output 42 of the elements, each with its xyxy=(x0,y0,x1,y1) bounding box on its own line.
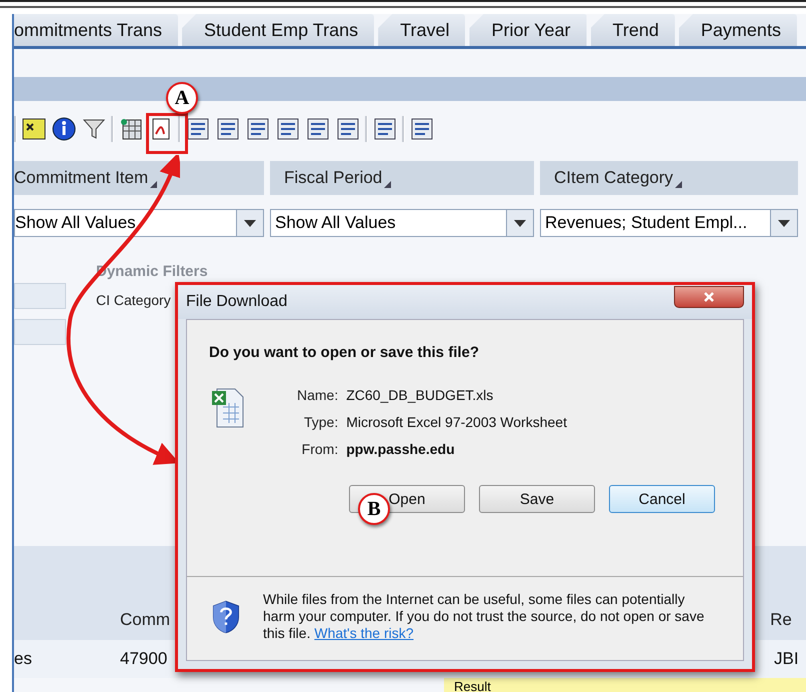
list-icon[interactable] xyxy=(185,116,211,142)
result-cell: Result xyxy=(444,678,806,692)
input-field[interactable] xyxy=(14,283,66,309)
tab[interactable]: Prior Year xyxy=(469,14,587,46)
tab[interactable]: Trend xyxy=(590,14,675,46)
caret-icon xyxy=(778,220,790,226)
info-icon[interactable] xyxy=(51,116,77,142)
close-button[interactable] xyxy=(674,286,744,308)
field-value: Microsoft Excel 97-2003 Worksheet xyxy=(346,414,567,430)
table-cell-text: 47900 xyxy=(120,649,168,669)
filter-dropdown[interactable]: Show All Values xyxy=(270,209,534,237)
field-value: ppw.passhe.edu xyxy=(346,441,456,457)
close-icon xyxy=(704,292,714,302)
field-label: Type: xyxy=(302,414,338,430)
field-value: ZC60_DB_BUDGET.xls xyxy=(346,387,494,403)
column-header: Re xyxy=(770,610,792,630)
field-label: Name: xyxy=(297,387,338,403)
dialog-question: Do you want to open or save this file? xyxy=(208,343,480,361)
warning-text: While files from the Internet can be useful, some files can potentially harm your computer. If you do not trust the source, do not open or save this file. What's the risk? xyxy=(263,591,706,642)
risk-link[interactable]: What's the risk? xyxy=(314,625,414,641)
dialog-button[interactable]: Save xyxy=(479,485,595,513)
dialog-title: File Download xyxy=(186,293,288,311)
column-header: Fiscal Period xyxy=(270,161,534,195)
tab[interactable]: Travel xyxy=(378,14,466,46)
tab[interactable]: Student Emp Trans xyxy=(182,14,374,46)
tab[interactable]: Payments xyxy=(678,14,797,46)
caret-icon xyxy=(514,220,526,226)
column-header: CItem Category xyxy=(540,161,798,195)
input-field[interactable] xyxy=(14,319,66,345)
filter-dropdown[interactable]: Show All Values xyxy=(14,209,264,237)
table-cell-text: JBI xyxy=(774,649,800,669)
dialog-button[interactable]: Cancel xyxy=(609,485,715,513)
table-cell-text: es xyxy=(14,649,33,669)
field-label: From: xyxy=(300,441,338,457)
filter-dropdown[interactable]: Revenues; Student Empl... xyxy=(540,209,798,237)
tab[interactable]: ommitments Trans xyxy=(14,14,178,46)
column-header: Comm xyxy=(120,610,170,630)
highlight-frame xyxy=(146,113,188,154)
spreadsheet-icon[interactable] xyxy=(118,116,144,142)
column-header: Commitment Item xyxy=(14,161,264,195)
filter-label: CI Category xyxy=(96,292,171,308)
caret-icon xyxy=(244,220,256,226)
